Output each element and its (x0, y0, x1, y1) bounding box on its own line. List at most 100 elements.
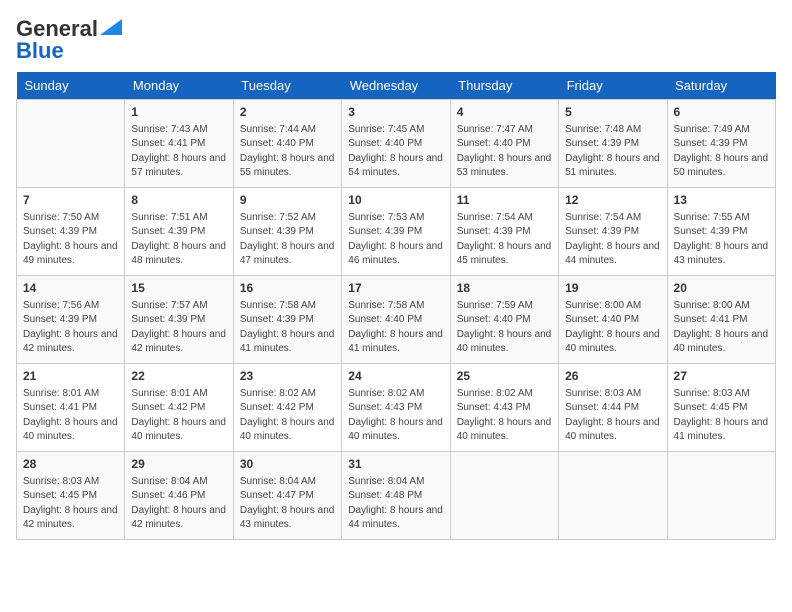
calendar-cell: 7Sunrise: 7:50 AMSunset: 4:39 PMDaylight… (17, 188, 125, 276)
cell-info: Sunrise: 7:54 AMSunset: 4:39 PMDaylight:… (565, 211, 660, 269)
day-number: 27 (674, 368, 769, 385)
calendar-cell: 11 Sunrise: 7:54 AMSunset: 4:39 PMDayligh… (450, 188, 558, 276)
cell-info: Sunrise: 8:00 AMSunset: 4:41 PMDaylight:… (674, 299, 769, 357)
page-header: General Blue (16, 16, 776, 64)
calendar-cell: 17 Sunrise: 7:58 AMSunset: 4:40 PMDayligh… (342, 276, 450, 364)
calendar-cell: 23 Sunrise: 8:02 AMSunset: 4:42 PMDayligh… (233, 364, 341, 452)
calendar-cell: 21 Sunrise: 8:01 AMSunset: 4:41 PMDayligh… (17, 364, 125, 452)
cell-info: Sunrise: 7:47 AMSunset: 4:40 PMDaylight:… (457, 123, 552, 181)
calendar-cell: 29Sunrise: 8:04 AMSunset: 4:46 PMDayligh… (125, 452, 233, 540)
calendar-cell: 8 Sunrise: 7:51 AMSunset: 4:39 PMDaylight… (125, 188, 233, 276)
calendar-cell: 18Sunrise: 7:59 AMSunset: 4:40 PMDayligh… (450, 276, 558, 364)
day-number: 5 (565, 104, 660, 121)
cell-info: Sunrise: 7:55 AMSunset: 4:39 PMDaylight:… (674, 211, 769, 269)
cell-info: Sunrise: 7:58 AMSunset: 4:40 PMDaylight:… (348, 299, 443, 357)
cell-info: Sunrise: 7:48 AMSunset: 4:39 PMDaylight:… (565, 123, 660, 181)
day-number: 11 (457, 192, 552, 209)
calendar-cell: 1 Sunrise: 7:43 AMSunset: 4:41 PMDaylight… (125, 100, 233, 188)
logo-icon (100, 19, 122, 35)
weekday-header-friday: Friday (559, 72, 667, 100)
cell-info: Sunrise: 8:04 AMSunset: 4:46 PMDaylight:… (131, 475, 226, 533)
calendar-cell (17, 100, 125, 188)
cell-info: Sunrise: 8:03 AMSunset: 4:45 PMDaylight:… (23, 475, 118, 533)
cell-info: Sunrise: 7:51 AMSunset: 4:39 PMDaylight:… (131, 211, 226, 269)
week-row-2: 7Sunrise: 7:50 AMSunset: 4:39 PMDaylight… (17, 188, 776, 276)
calendar-cell: 12 Sunrise: 7:54 AMSunset: 4:39 PMDayligh… (559, 188, 667, 276)
day-number: 6 (674, 104, 769, 121)
cell-info: Sunrise: 8:04 AMSunset: 4:47 PMDaylight:… (240, 475, 335, 533)
day-number: 16 (240, 280, 335, 297)
day-number: 19 (565, 280, 660, 297)
day-number: 28 (23, 456, 118, 473)
calendar-table: SundayMondayTuesdayWednesdayThursdayFrid… (16, 72, 776, 540)
cell-info: Sunrise: 7:49 AMSunset: 4:39 PMDaylight:… (674, 123, 769, 181)
day-number: 30 (240, 456, 335, 473)
calendar-cell: 15 Sunrise: 7:57 AMSunset: 4:39 PMDayligh… (125, 276, 233, 364)
calendar-cell: 27 Sunrise: 8:03 AMSunset: 4:45 PMDayligh… (667, 364, 775, 452)
calendar-cell: 26 Sunrise: 8:03 AMSunset: 4:44 PMDayligh… (559, 364, 667, 452)
calendar-cell (559, 452, 667, 540)
cell-info: Sunrise: 7:43 AMSunset: 4:41 PMDaylight:… (131, 123, 226, 181)
day-number: 21 (23, 368, 118, 385)
cell-info: Sunrise: 7:54 AMSunset: 4:39 PMDaylight:… (457, 211, 552, 269)
day-number: 7 (23, 192, 118, 209)
day-number: 17 (348, 280, 443, 297)
day-number: 18 (457, 280, 552, 297)
calendar-cell: 24 Sunrise: 8:02 AMSunset: 4:43 PMDayligh… (342, 364, 450, 452)
calendar-cell: 6 Sunrise: 7:49 AMSunset: 4:39 PMDaylight… (667, 100, 775, 188)
weekday-header-wednesday: Wednesday (342, 72, 450, 100)
day-number: 12 (565, 192, 660, 209)
calendar-cell: 5 Sunrise: 7:48 AMSunset: 4:39 PMDaylight… (559, 100, 667, 188)
cell-info: Sunrise: 8:03 AMSunset: 4:44 PMDaylight:… (565, 387, 660, 445)
day-number: 14 (23, 280, 118, 297)
cell-info: Sunrise: 7:44 AMSunset: 4:40 PMDaylight:… (240, 123, 335, 181)
day-number: 9 (240, 192, 335, 209)
logo: General Blue (16, 16, 122, 64)
calendar-cell: 20 Sunrise: 8:00 AMSunset: 4:41 PMDayligh… (667, 276, 775, 364)
weekday-header-thursday: Thursday (450, 72, 558, 100)
calendar-cell (450, 452, 558, 540)
day-number: 2 (240, 104, 335, 121)
calendar-cell: 22 Sunrise: 8:01 AMSunset: 4:42 PMDayligh… (125, 364, 233, 452)
calendar-cell: 31Sunrise: 8:04 AMSunset: 4:48 PMDayligh… (342, 452, 450, 540)
weekday-header-tuesday: Tuesday (233, 72, 341, 100)
weekday-header-monday: Monday (125, 72, 233, 100)
day-number: 24 (348, 368, 443, 385)
day-number: 13 (674, 192, 769, 209)
cell-info: Sunrise: 7:45 AMSunset: 4:40 PMDaylight:… (348, 123, 443, 181)
week-row-1: 1 Sunrise: 7:43 AMSunset: 4:41 PMDaylight… (17, 100, 776, 188)
calendar-cell: 30 Sunrise: 8:04 AMSunset: 4:47 PMDayligh… (233, 452, 341, 540)
week-row-5: 28 Sunrise: 8:03 AMSunset: 4:45 PMDayligh… (17, 452, 776, 540)
day-number: 25 (457, 368, 552, 385)
cell-info: Sunrise: 8:02 AMSunset: 4:42 PMDaylight:… (240, 387, 335, 445)
cell-info: Sunrise: 7:52 AMSunset: 4:39 PMDaylight:… (240, 211, 335, 269)
week-row-3: 14 Sunrise: 7:56 AMSunset: 4:39 PMDayligh… (17, 276, 776, 364)
calendar-cell: 2 Sunrise: 7:44 AMSunset: 4:40 PMDaylight… (233, 100, 341, 188)
calendar-cell: 3Sunrise: 7:45 AMSunset: 4:40 PMDaylight… (342, 100, 450, 188)
cell-info: Sunrise: 8:02 AMSunset: 4:43 PMDaylight:… (348, 387, 443, 445)
cell-info: Sunrise: 7:57 AMSunset: 4:39 PMDaylight:… (131, 299, 226, 357)
day-number: 23 (240, 368, 335, 385)
cell-info: Sunrise: 7:53 AMSunset: 4:39 PMDaylight:… (348, 211, 443, 269)
day-number: 1 (131, 104, 226, 121)
calendar-cell: 19Sunrise: 8:00 AMSunset: 4:40 PMDayligh… (559, 276, 667, 364)
day-number: 20 (674, 280, 769, 297)
day-number: 22 (131, 368, 226, 385)
day-number: 26 (565, 368, 660, 385)
calendar-cell: 9 Sunrise: 7:52 AMSunset: 4:39 PMDaylight… (233, 188, 341, 276)
cell-info: Sunrise: 7:56 AMSunset: 4:39 PMDaylight:… (23, 299, 118, 357)
day-number: 8 (131, 192, 226, 209)
calendar-cell: 16 Sunrise: 7:58 AMSunset: 4:39 PMDayligh… (233, 276, 341, 364)
day-number: 15 (131, 280, 226, 297)
calendar-cell (667, 452, 775, 540)
cell-info: Sunrise: 8:03 AMSunset: 4:45 PMDaylight:… (674, 387, 769, 445)
logo-blue: Blue (16, 38, 64, 64)
cell-info: Sunrise: 8:01 AMSunset: 4:42 PMDaylight:… (131, 387, 226, 445)
week-row-4: 21 Sunrise: 8:01 AMSunset: 4:41 PMDayligh… (17, 364, 776, 452)
cell-info: Sunrise: 7:58 AMSunset: 4:39 PMDaylight:… (240, 299, 335, 357)
day-number: 4 (457, 104, 552, 121)
weekday-header-saturday: Saturday (667, 72, 775, 100)
calendar-cell: 28 Sunrise: 8:03 AMSunset: 4:45 PMDayligh… (17, 452, 125, 540)
weekday-header-sunday: Sunday (17, 72, 125, 100)
cell-info: Sunrise: 8:01 AMSunset: 4:41 PMDaylight:… (23, 387, 118, 445)
